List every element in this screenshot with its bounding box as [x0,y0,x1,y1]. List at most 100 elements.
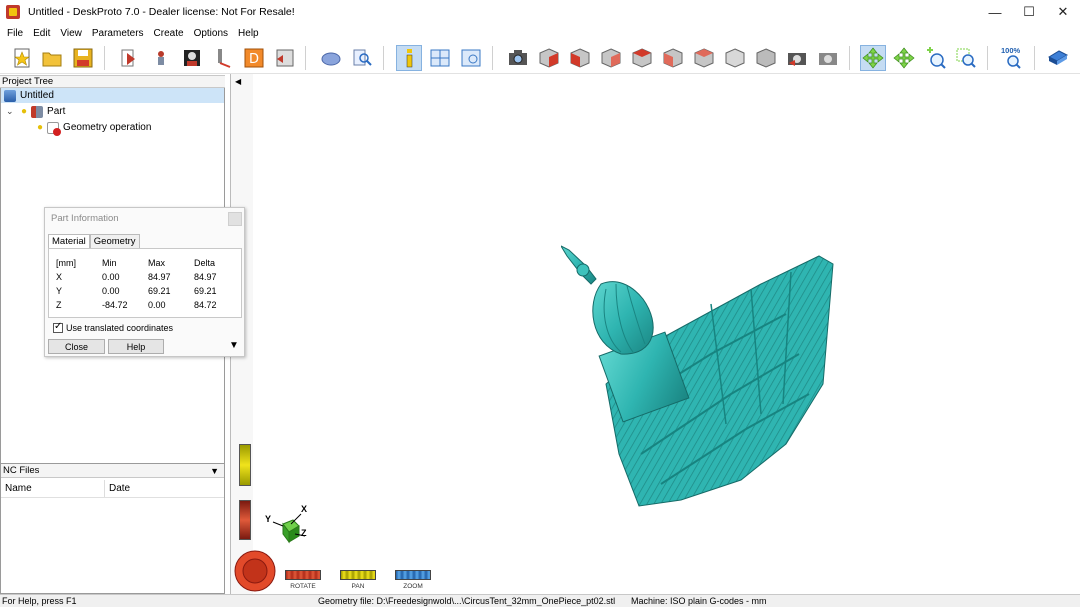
new-project-button[interactable] [9,45,35,71]
tab-material[interactable]: Material [48,234,90,248]
part-icon [31,105,44,118]
rotate-dial[interactable] [233,549,277,593]
zoom-100-button[interactable]: 100% [1000,45,1026,71]
expand-dialog-arrow-icon[interactable]: ▼ [229,340,239,351]
row-x-min: 0.00 [102,272,120,282]
maximize-button[interactable]: ☐ [1012,0,1046,24]
view-plain-button[interactable] [753,45,779,71]
pan-mode-button[interactable] [891,45,917,71]
tool-icon [218,49,231,68]
part-parameters-button[interactable] [148,45,174,71]
column-date[interactable]: Date [105,480,223,497]
cube-bottom-icon [725,48,745,68]
preview-button[interactable] [349,45,375,71]
lightbulb-icon[interactable]: ● [21,106,27,117]
row-x-max: 84.97 [148,272,171,282]
dialog-close-button[interactable]: Close [48,339,105,354]
nc-files-columns: Name Date [1,480,224,498]
max-header: Max [148,258,166,268]
axis-indicator: X Y Z [261,504,311,549]
view-top-button[interactable] [691,45,717,71]
dialog-help-button[interactable]: Help [108,339,164,354]
screenshot-button[interactable] [505,45,531,71]
drawing-d-icon: D [244,48,264,68]
import-geometry-button[interactable] [117,45,143,71]
circus-tent-model[interactable] [561,244,861,514]
manual-button[interactable] [1045,45,1071,71]
tree-item-root[interactable]: Untitled [1,88,224,103]
book-icon [1047,50,1069,65]
operation-button[interactable] [210,45,236,71]
menu-help[interactable]: Help [235,28,266,39]
view-settings-icon [461,49,481,67]
zoom-mode-button[interactable] [922,45,948,71]
view-right-button[interactable] [598,45,624,71]
simulation-button[interactable] [318,45,344,71]
svg-text:D: D [249,52,259,67]
part-icon [158,51,164,65]
dropdown-arrow-icon[interactable]: ▼ [210,464,219,478]
save-button[interactable] [70,45,96,71]
menu-parameters[interactable]: Parameters [89,28,151,39]
status-machine: Machine: ISO plain G-codes - mm [631,596,767,606]
close-button[interactable]: ✕ [1046,0,1080,24]
drawing-button[interactable]: D [241,45,267,71]
row-z-axis: Z [56,300,62,310]
next-view-button[interactable] [815,45,841,71]
pan-gauge[interactable] [239,444,251,486]
save-nc-button[interactable] [272,45,298,71]
translated-coords-checkbox[interactable] [53,321,63,333]
minimize-button[interactable]: — [978,0,1012,24]
view-left-button[interactable] [660,45,686,71]
delta-header: Delta [194,258,216,268]
collapse-panel-arrow-icon[interactable]: ◀ [235,77,241,86]
pan-control[interactable] [340,570,376,580]
row-y-axis: Y [56,286,63,296]
view-settings-button[interactable] [458,45,484,71]
rotate-gauge[interactable] [239,500,251,540]
pan-arrows-icon [893,47,915,69]
dimensions-table: [mm] Min Max Delta X 0.00 84.97 84.97 Y … [48,248,242,318]
view-bottom-button[interactable] [722,45,748,71]
tree-operation-label: Geometry operation [63,122,152,133]
menu-create[interactable]: Create [151,28,191,39]
3d-viewport[interactable]: ◀ X Y Z ROTATE PAN ZOOM [230,74,1080,594]
info-icon [406,49,413,68]
part-info-button[interactable] [396,45,422,71]
tree-item-part[interactable]: ⌄ ● Part [1,104,224,119]
project-icon [4,89,16,102]
collapse-chevron-icon[interactable]: ⌄ [6,106,16,117]
menu-view[interactable]: View [57,28,89,39]
tab-geometry[interactable]: Geometry [89,234,140,248]
magnify-page-icon [353,49,372,66]
open-button[interactable] [39,45,65,71]
menu-file[interactable]: File [4,28,30,39]
axis-z-label: Z [301,528,307,538]
dialog-titlebar[interactable]: Part Information [45,208,244,230]
zoom-window-button[interactable] [953,45,979,71]
unit-header: [mm] [56,258,76,268]
zoom-control[interactable] [395,570,431,580]
view-iso-button[interactable] [536,45,562,71]
simulation-icon [321,52,341,66]
previous-view-button[interactable] [784,45,810,71]
dialog-close-icon[interactable] [228,212,242,226]
row-y-delta: 69.21 [194,286,217,296]
menu-options[interactable]: Options [191,28,235,39]
rotate-control[interactable] [285,570,321,580]
status-help: For Help, press F1 [2,596,77,606]
column-name[interactable]: Name [1,480,105,497]
camera-forward-icon [819,53,837,65]
layout-button[interactable] [427,45,453,71]
save-nc-icon [276,49,294,67]
rotate-mode-button[interactable] [860,45,886,71]
app-logo-icon [6,5,20,19]
title-bar: Untitled - DeskProto 7.0 - Dealer licens… [0,0,1080,24]
view-back-button[interactable] [629,45,655,71]
lightbulb-icon[interactable]: ● [37,122,43,133]
view-front-button[interactable] [567,45,593,71]
tree-item-operation[interactable]: ● Geometry operation [1,120,224,136]
menu-edit[interactable]: Edit [30,28,57,39]
cube-left-icon [663,48,683,68]
bitmap-button[interactable] [179,45,205,71]
